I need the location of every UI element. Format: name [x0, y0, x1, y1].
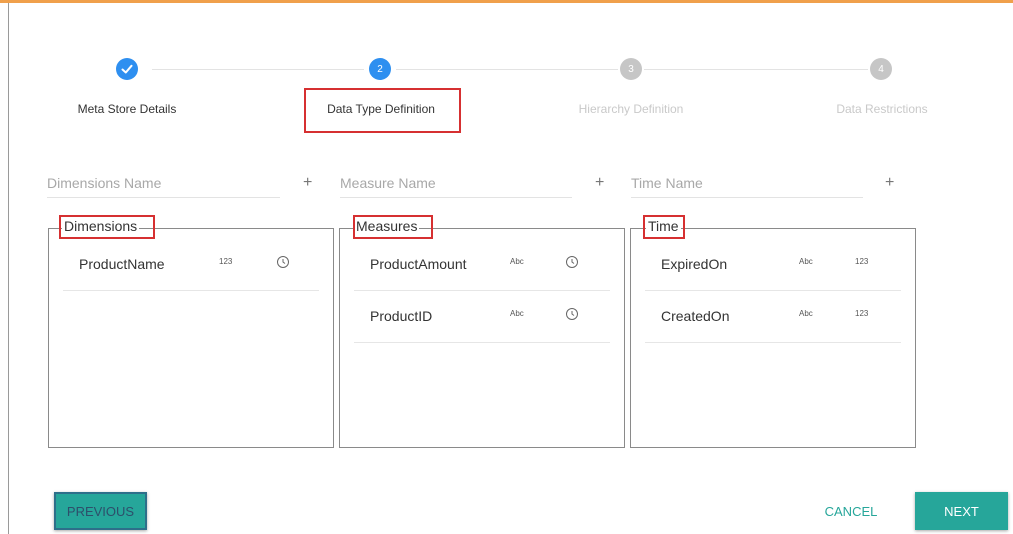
dimensions-name-input[interactable] [47, 170, 280, 196]
dimensions-name-field [47, 170, 280, 198]
add-measure-button[interactable]: + [595, 175, 604, 191]
text-type-badge[interactable]: Abc [510, 257, 524, 266]
time-panel: ExpiredOn Abc 123 CreatedOn Abc 123 [630, 228, 916, 448]
numeric-type-badge[interactable]: 123 [855, 257, 868, 266]
measures-legend-highlight [353, 215, 433, 239]
time-row[interactable]: ExpiredOn Abc 123 [645, 239, 901, 291]
cancel-button[interactable]: CANCEL [806, 497, 896, 525]
add-dimension-button[interactable]: + [303, 175, 312, 191]
check-icon [121, 64, 133, 74]
numeric-type-badge[interactable]: 123 [855, 309, 868, 318]
step-3-number: 3 [628, 63, 634, 75]
measure-name: ProductID [370, 308, 433, 324]
measure-row[interactable]: ProductID Abc [354, 291, 610, 343]
text-type-badge[interactable]: Abc [799, 309, 813, 318]
wizard-stepper: 2 3 4 Meta Store Details Data Type Defin… [0, 55, 1013, 135]
previous-button[interactable]: PREVIOUS [54, 492, 147, 530]
dimensions-legend-highlight [59, 215, 155, 239]
next-button[interactable]: NEXT [915, 492, 1008, 530]
time-name: ExpiredOn [661, 256, 728, 272]
time-name-field [631, 170, 863, 198]
add-time-button[interactable]: + [885, 175, 894, 191]
clock-icon[interactable] [565, 307, 579, 321]
step-connector [644, 69, 868, 70]
clock-icon[interactable] [565, 255, 579, 269]
current-step-highlight [304, 88, 461, 133]
measure-name: ProductAmount [370, 256, 467, 272]
dimensions-panel: ProductName 123 [48, 228, 334, 448]
step-4-label[interactable]: Data Restrictions [836, 102, 927, 116]
measure-name-field [340, 170, 572, 198]
measures-panel: ProductAmount Abc ProductID Abc [339, 228, 625, 448]
step-3-circle[interactable]: 3 [620, 58, 642, 80]
step-connector [152, 69, 364, 70]
step-1-label[interactable]: Meta Store Details [78, 102, 177, 116]
dimension-row[interactable]: ProductName 123 [63, 239, 319, 291]
time-name-input[interactable] [631, 170, 863, 196]
step-2-number: 2 [377, 63, 383, 75]
step-3-label[interactable]: Hierarchy Definition [579, 102, 684, 116]
time-legend-highlight [643, 215, 685, 239]
time-row[interactable]: CreatedOn Abc 123 [645, 291, 901, 343]
measure-name-input[interactable] [340, 170, 572, 196]
measure-row[interactable]: ProductAmount Abc [354, 239, 610, 291]
text-type-badge[interactable]: Abc [510, 309, 524, 318]
text-type-badge[interactable]: Abc [799, 257, 813, 266]
top-accent-bar [0, 0, 1013, 3]
step-1-circle[interactable] [116, 58, 138, 80]
clock-icon[interactable] [276, 255, 290, 269]
step-4-number: 4 [878, 63, 884, 75]
numeric-type-badge[interactable]: 123 [219, 257, 232, 266]
step-2-circle[interactable]: 2 [369, 58, 391, 80]
step-4-circle[interactable]: 4 [870, 58, 892, 80]
step-connector [396, 69, 618, 70]
dimension-name: ProductName [79, 256, 165, 272]
time-name: CreatedOn [661, 308, 730, 324]
